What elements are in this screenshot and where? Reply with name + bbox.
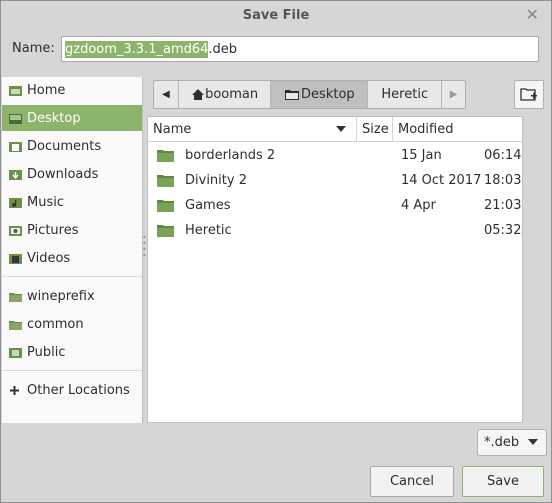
sidebar-item-videos[interactable]: Videos	[2, 245, 142, 271]
folder-icon	[157, 225, 174, 237]
column-header-size[interactable]: Size	[357, 117, 393, 141]
dialog-title: Save File	[242, 7, 310, 23]
file-modified-time: 18:03	[484, 173, 522, 188]
save-button-label: Save	[487, 474, 519, 489]
file-row[interactable]: borderlands 2 15 Jan 06:14	[148, 143, 522, 168]
chevron-right-icon: ▶	[449, 89, 458, 100]
file-modified-time: 21:03	[484, 198, 522, 213]
path-scroll-left-button[interactable]: ◀	[154, 81, 179, 108]
sidebar-item-label: wineprefix	[27, 288, 95, 304]
file-modified-date: 4 Apr	[401, 198, 436, 213]
file-row[interactable]: Games 4 Apr 21:03	[148, 193, 522, 218]
sidebar-item-other-locations[interactable]: Other Locations	[2, 377, 142, 403]
filename-input[interactable]: gzdoom_3.3.1_amd64 .deb	[61, 36, 539, 62]
path-crumb-label: booman	[205, 87, 259, 102]
sidebar-item-label: Documents	[27, 138, 102, 154]
folder-icon	[157, 150, 174, 162]
column-header-name[interactable]: Name	[148, 117, 357, 141]
close-icon[interactable]: ✕	[526, 5, 539, 24]
file-list-header: Name Size Modified	[148, 117, 522, 142]
sidebar-item-label: Music	[27, 194, 64, 210]
sidebar-item-common[interactable]: common	[2, 311, 142, 337]
sidebar-item-label: Pictures	[27, 222, 79, 238]
path-crumb-desktop[interactable]: Desktop	[271, 81, 369, 108]
sidebar-item-downloads[interactable]: Downloads	[2, 161, 142, 187]
file-row[interactable]: Heretic 05:32	[148, 218, 522, 243]
save-button[interactable]: Save	[462, 466, 544, 497]
file-modified-date: 15 Jan	[401, 148, 442, 163]
music-icon	[9, 197, 22, 208]
sidebar-item-label: Desktop	[27, 110, 81, 126]
sidebar-divider	[2, 276, 142, 277]
sidebar-item-music[interactable]: Music	[2, 189, 142, 215]
chevron-down-icon	[528, 439, 538, 445]
column-header-label: Size	[362, 121, 389, 137]
folder-open-icon	[285, 90, 300, 100]
path-crumb-label: Heretic	[381, 87, 429, 102]
home-icon	[9, 85, 22, 96]
places-sidebar: Home Desktop Documents Downloads Music P…	[2, 77, 143, 423]
plus-icon	[10, 385, 19, 395]
chevron-left-icon: ◀	[161, 89, 170, 100]
path-scroll-right-button[interactable]: ▶	[442, 81, 465, 108]
sidebar-item-label: Videos	[27, 250, 71, 266]
save-file-dialog: Save File ✕ Name: gzdoom_3.3.1_amd64 .deb…	[0, 0, 552, 503]
cancel-button-label: Cancel	[389, 474, 435, 489]
file-modified-time: 05:32	[484, 223, 522, 238]
videos-icon	[9, 253, 22, 264]
folder-icon	[157, 175, 174, 187]
public-icon	[9, 347, 22, 358]
file-type-filter-select[interactable]: *.deb	[477, 429, 547, 456]
new-folder-icon	[520, 88, 537, 101]
cancel-button[interactable]: Cancel	[370, 466, 454, 497]
file-name: Divinity 2	[185, 173, 247, 188]
sidebar-item-label: Home	[27, 82, 66, 98]
home-icon	[192, 89, 205, 100]
filter-value: *.deb	[484, 435, 520, 450]
desktop-icon	[9, 113, 22, 124]
filename-extension-text: .deb	[208, 41, 238, 57]
documents-icon	[9, 141, 22, 152]
folder-icon	[9, 292, 22, 302]
file-row[interactable]: Divinity 2 14 Oct 2017 18:03	[148, 168, 522, 193]
column-header-label: Modified	[398, 121, 454, 137]
name-label: Name:	[12, 41, 55, 56]
sidebar-item-label: common	[27, 316, 84, 332]
folder-icon	[9, 320, 22, 330]
file-modified-date: 14 Oct 2017	[401, 173, 482, 188]
sidebar-item-documents[interactable]: Documents	[2, 133, 142, 159]
pictures-icon	[9, 225, 22, 236]
path-crumb-booman[interactable]: booman	[179, 81, 272, 108]
sidebar-item-label: Other Locations	[27, 382, 130, 398]
sidebar-item-label: Downloads	[27, 166, 99, 182]
create-folder-button[interactable]	[514, 80, 544, 109]
column-header-label: Name	[153, 121, 192, 137]
pane-resize-handle[interactable]: • • • •	[142, 234, 147, 263]
folder-icon	[157, 200, 174, 212]
sidebar-item-label: Public	[27, 344, 66, 360]
column-header-modified[interactable]: Modified	[393, 117, 522, 141]
sidebar-item-pictures[interactable]: Pictures	[2, 217, 142, 243]
sidebar-item-public[interactable]: Public	[2, 339, 142, 365]
sidebar-item-home[interactable]: Home	[2, 77, 142, 103]
file-modified-time: 06:14	[484, 148, 522, 163]
sidebar-item-desktop[interactable]: Desktop	[2, 105, 142, 131]
title-bar: Save File ✕	[1, 1, 551, 29]
file-name: borderlands 2	[185, 148, 276, 163]
downloads-icon	[9, 169, 22, 180]
path-crumb-heretic[interactable]: Heretic	[368, 81, 443, 108]
sort-descending-icon	[336, 126, 346, 132]
file-name: Games	[185, 198, 231, 213]
file-list: Name Size Modified borderlands 2 15 Jan …	[147, 116, 523, 423]
filename-selected-text: gzdoom_3.3.1_amd64	[65, 40, 209, 58]
path-bar: ◀ booman Desktop Heretic ▶	[153, 80, 466, 109]
sidebar-item-wineprefix[interactable]: wineprefix	[2, 283, 142, 309]
sidebar-divider	[2, 370, 142, 371]
path-crumb-label: Desktop	[301, 87, 355, 102]
file-name: Heretic	[185, 223, 232, 238]
